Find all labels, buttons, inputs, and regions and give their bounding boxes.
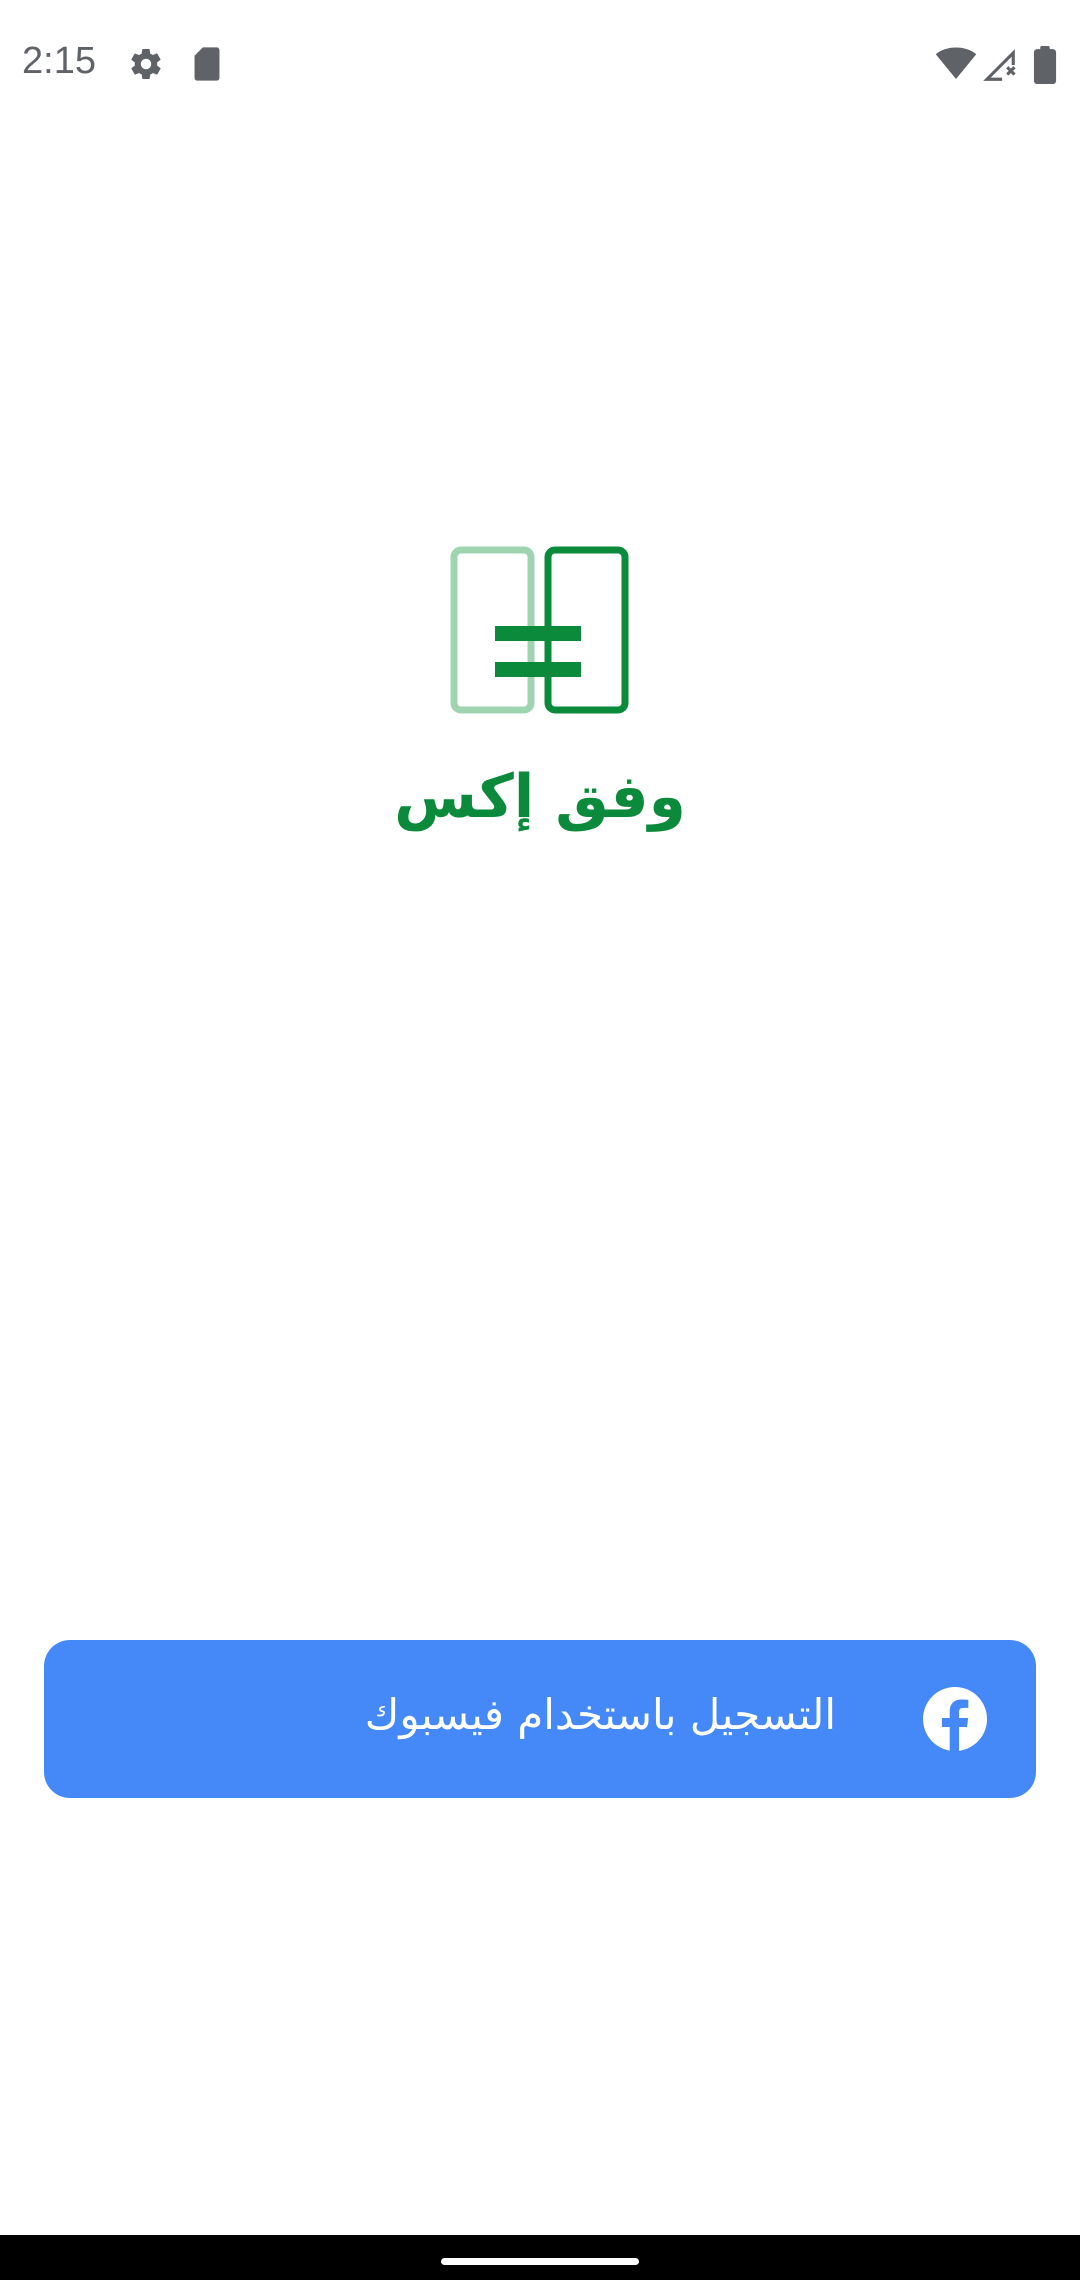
status-time: 2:15 — [22, 40, 96, 82]
gear-icon — [131, 49, 161, 80]
cellular-no-signal-icon — [983, 49, 1016, 81]
facebook-login-label: التسجيل باستخدام فيسبوك — [364, 1690, 836, 1739]
app-logo-icon — [450, 546, 629, 714]
gesture-handle[interactable] — [441, 2258, 639, 2265]
app-title: وفق إكس — [394, 762, 686, 832]
battery-icon — [1033, 46, 1057, 84]
navigation-bar — [0, 2235, 1080, 2280]
screen: 2:15 وفق إكس التسجيل باستخدام فيسبوك — [0, 0, 1080, 2280]
facebook-icon — [923, 1687, 987, 1751]
sd-card-icon — [194, 47, 220, 81]
wifi-icon — [935, 47, 977, 79]
status-bar: 2:15 — [0, 0, 1080, 135]
facebook-login-button[interactable]: التسجيل باستخدام فيسبوك — [44, 1640, 1036, 1798]
